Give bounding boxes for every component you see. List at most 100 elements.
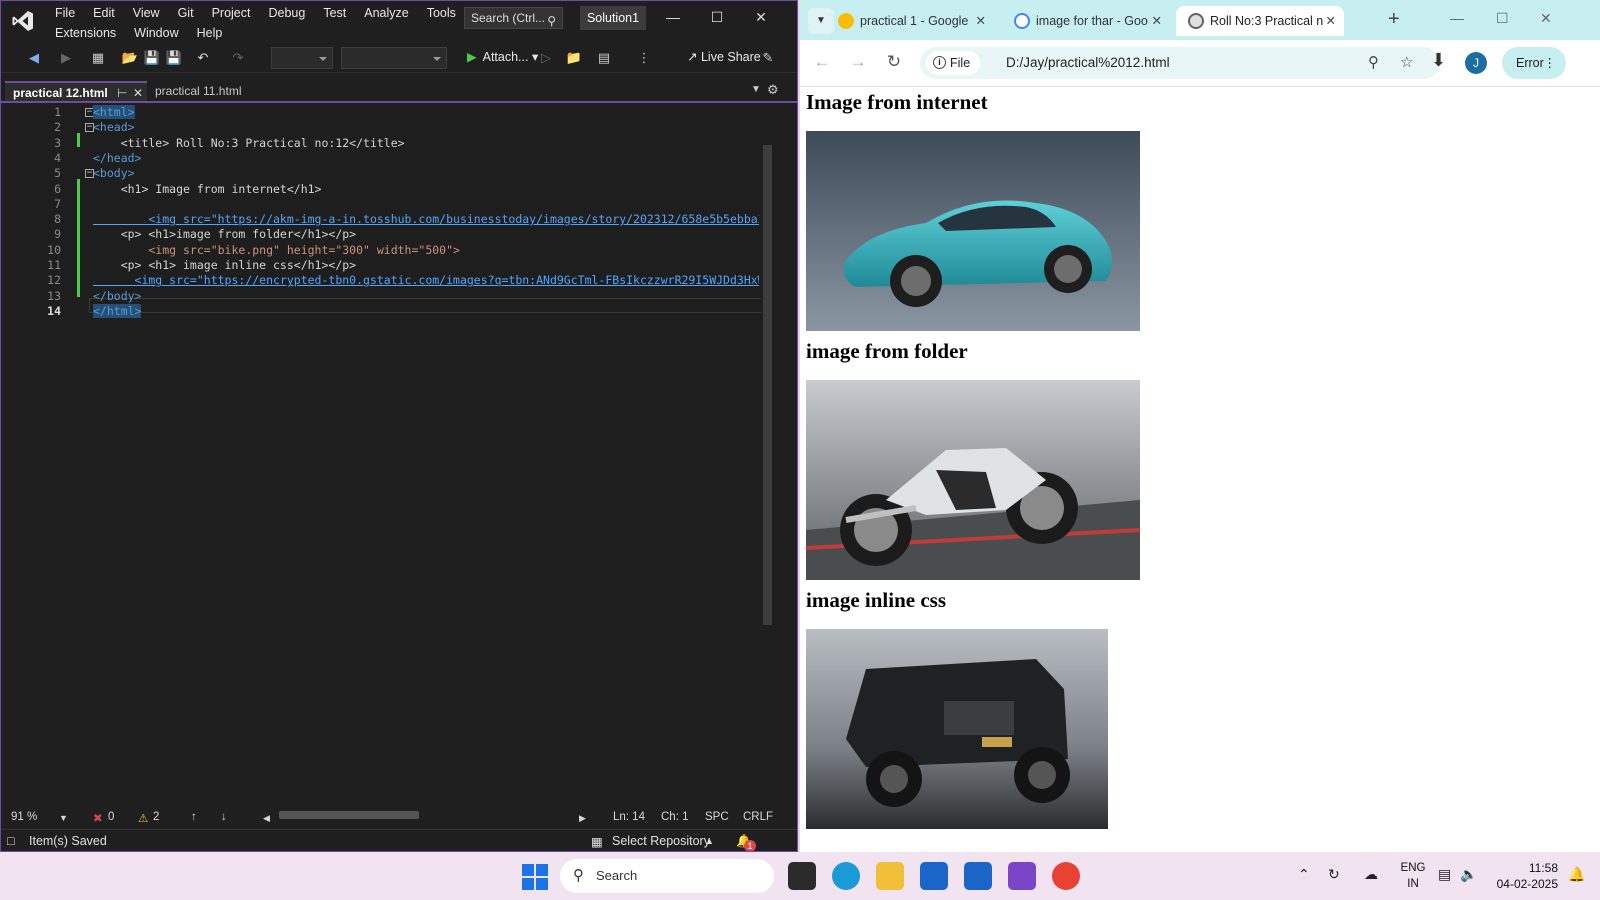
windows-start-icon[interactable] (522, 864, 548, 890)
site-info-chip[interactable]: i File (926, 51, 981, 75)
whitespace-indicator[interactable]: SPC (705, 811, 729, 823)
code-editor[interactable]: 1 2 3 4 5 6 7 8 9 10 11 12 13 14 − − − <… (23, 105, 785, 795)
configuration-dropdown[interactable] (271, 47, 333, 69)
menu-debug[interactable]: Debug (259, 3, 314, 23)
zoom-icon[interactable]: ⚲ (1368, 53, 1379, 71)
chevron-up-icon[interactable]: ▲ (705, 836, 714, 846)
menu-extensions[interactable]: Extensions (46, 23, 125, 43)
notification-center-icon[interactable]: 🔔 (1568, 866, 1585, 883)
error-count[interactable]: 0 (108, 811, 114, 823)
edge-browser-icon[interactable] (832, 862, 860, 890)
close-icon[interactable]: ✕ (753, 9, 769, 25)
zoom-dropdown-icon[interactable]: ▼ (59, 813, 68, 823)
attach-button[interactable]: ▶ Attach... ▾ (467, 49, 538, 64)
folder-view-icon[interactable]: 📁 (565, 49, 583, 67)
next-issue-icon[interactable]: ↓ (221, 811, 227, 823)
chrome-taskbar-icon[interactable] (1052, 862, 1080, 890)
tab-practical-11[interactable]: practical 11.html (147, 81, 249, 101)
new-tab-icon[interactable]: + (1388, 8, 1400, 31)
system-clock[interactable]: 11:58 04-02-2025 (1494, 860, 1558, 892)
clock-date: 04-02-2025 (1496, 877, 1558, 891)
zoom-level[interactable]: 91 % (11, 811, 37, 823)
download-icon[interactable]: ⬇ (1431, 50, 1446, 71)
notepad-icon[interactable] (964, 862, 992, 890)
visual-studio-logo-icon[interactable] (11, 9, 35, 33)
visual-studio-taskbar-icon[interactable] (1008, 862, 1036, 890)
previous-issue-icon[interactable]: ↑ (191, 811, 197, 823)
scroll-right-icon[interactable]: ▶ (579, 813, 586, 824)
save-all-icon[interactable]: 💾 (165, 49, 183, 67)
close-icon[interactable]: ✕ (1540, 10, 1552, 27)
tab-close-icon[interactable]: ✕ (1326, 6, 1336, 36)
save-icon[interactable]: 💾 (143, 49, 161, 67)
back-icon[interactable]: ← (812, 52, 832, 72)
solution-name-badge[interactable]: Solution1 (580, 6, 646, 30)
menu-analyze[interactable]: Analyze (355, 3, 417, 23)
start-without-debugging-icon[interactable]: ▷ (537, 49, 555, 67)
minimize-icon[interactable]: — (1450, 10, 1464, 26)
language-indicator[interactable]: ENG IN (1398, 860, 1428, 892)
forward-icon[interactable]: → (848, 52, 868, 72)
menu-edit[interactable]: Edit (84, 3, 124, 23)
vs-search-box[interactable]: Search (Ctrl... ⚲ (464, 7, 563, 29)
network-icon[interactable]: ▤ (1438, 866, 1451, 883)
navigate-forward-icon[interactable]: ▶ (57, 49, 75, 67)
menu-tools[interactable]: Tools (418, 3, 465, 23)
horizontal-scrollbar-thumb[interactable] (279, 811, 419, 819)
menu-test[interactable]: Test (314, 3, 355, 23)
taskbar-search-box[interactable]: ⚲ Search (560, 859, 774, 893)
tab-close-icon[interactable]: ✕ (1152, 6, 1162, 36)
toolbar-overflow-icon[interactable]: ⋮ (635, 49, 653, 67)
url-text[interactable]: D:/Jay/practical%2012.html (1006, 47, 1170, 79)
new-project-icon[interactable]: ▦ (89, 49, 107, 67)
open-folder-icon[interactable]: 📂 (121, 49, 139, 67)
volume-icon[interactable]: 🔈 (1460, 866, 1477, 883)
menu-project[interactable]: Project (203, 3, 260, 23)
tab-list-dropdown-icon[interactable]: ▼ (751, 84, 761, 95)
warning-count[interactable]: 2 (153, 811, 159, 823)
sync-icon[interactable]: ↻ (1328, 866, 1340, 883)
microsoft-store-icon[interactable] (920, 862, 948, 890)
output-window-icon[interactable]: □ (7, 834, 15, 848)
tab-close-icon[interactable]: ✕ (976, 6, 986, 36)
reload-icon[interactable]: ↻ (884, 52, 904, 72)
undo-icon[interactable]: ↶ (194, 49, 212, 67)
address-bar[interactable]: i File D:/Jay/practical%2012.html ⚲ ☆ (920, 47, 1440, 79)
chrome-tab-active[interactable]: Roll No:3 Practical n ✕ (1176, 6, 1344, 36)
menu-file[interactable]: File (46, 3, 84, 23)
web-page-content: Image from internet image from folder im… (800, 88, 1600, 852)
show-hidden-icons-chevron-icon[interactable]: ⌃ (1298, 866, 1310, 883)
select-repository-button[interactable]: Select Repository (612, 834, 710, 848)
vertical-scrollbar[interactable] (761, 105, 775, 795)
error-icon[interactable]: ✖ (93, 811, 103, 825)
scrollbar-thumb[interactable] (763, 145, 772, 625)
settings-gear-icon[interactable]: ⚙ (767, 82, 779, 98)
chrome-tab[interactable]: image for thar - Goo ✕ (1002, 6, 1170, 36)
error-menu-button[interactable]: Error ⋮ (1502, 47, 1566, 79)
onedrive-icon[interactable]: ☁ (1364, 866, 1378, 883)
maximize-icon[interactable]: ☐ (1496, 10, 1509, 27)
menu-window[interactable]: Window (125, 23, 187, 43)
minimize-icon[interactable]: — (665, 9, 681, 25)
chrome-tab[interactable]: practical 1 - Google ✕ (826, 6, 994, 36)
line-ending-indicator[interactable]: CRLF (743, 811, 773, 823)
warning-icon[interactable]: ⚠ (138, 811, 148, 825)
scroll-left-icon[interactable]: ◀ (263, 813, 270, 824)
menu-help[interactable]: Help (188, 23, 232, 43)
task-view-icon[interactable] (788, 862, 816, 890)
bookmark-star-icon[interactable]: ☆ (1400, 53, 1413, 71)
live-share-button[interactable]: ↗ Live Share (687, 49, 761, 64)
layout-icon[interactable]: ▤ (595, 49, 613, 67)
menu-view[interactable]: View (124, 3, 169, 23)
maximize-icon[interactable]: ☐ (709, 9, 725, 25)
navigate-back-icon[interactable]: ◀ (25, 49, 43, 67)
file-explorer-icon[interactable] (876, 862, 904, 890)
profile-avatar[interactable]: J (1465, 52, 1487, 74)
pin-icon[interactable]: ⊢ (117, 83, 127, 103)
tab-close-icon[interactable]: ✕ (133, 83, 143, 103)
platform-dropdown[interactable] (341, 47, 447, 69)
menu-git[interactable]: Git (169, 3, 203, 23)
tab-practical-12[interactable]: practical 12.html ⊢ ✕ (5, 81, 147, 101)
feedback-icon[interactable]: ✎ (759, 49, 777, 67)
redo-icon[interactable]: ↷ (229, 49, 247, 67)
